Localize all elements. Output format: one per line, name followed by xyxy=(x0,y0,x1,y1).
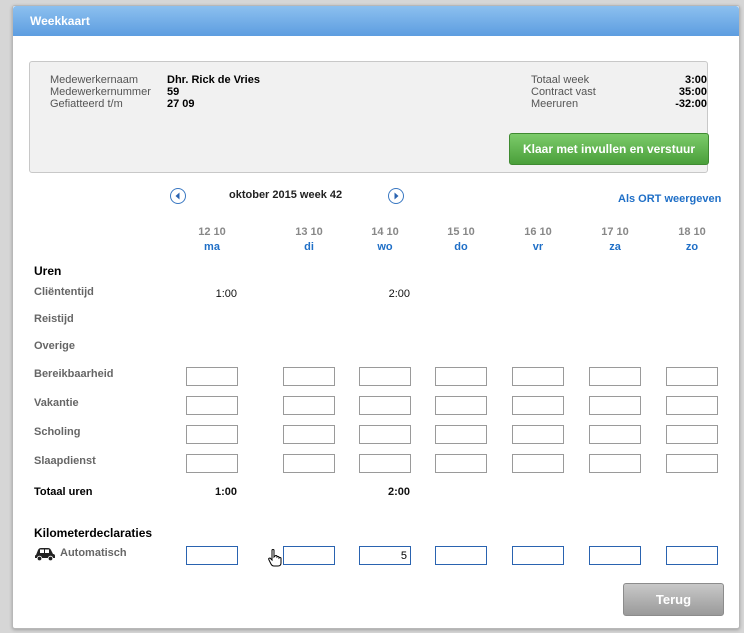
slaapdienst-input[interactable] xyxy=(283,454,335,473)
scholing-input[interactable] xyxy=(512,425,564,444)
km-input[interactable] xyxy=(359,546,411,565)
km-input[interactable] xyxy=(435,546,487,565)
vakantie-input[interactable] xyxy=(435,396,487,415)
day-date: 16 10 xyxy=(524,226,552,238)
employee-info-panel: Medewerkernaam Dhr. Rick de Vries Medewe… xyxy=(29,61,709,173)
employee-name: Dhr. Rick de Vries xyxy=(167,74,260,86)
titlebar: Weekkaart xyxy=(13,6,739,36)
scholing-input[interactable] xyxy=(666,425,718,444)
vakantie-input[interactable] xyxy=(512,396,564,415)
day-name[interactable]: vr xyxy=(511,241,565,253)
clienttijd-cell: 2:00 xyxy=(388,288,410,300)
day-name[interactable]: zo xyxy=(665,241,719,253)
total-hours-cell: 2:00 xyxy=(387,486,410,498)
day-name[interactable]: di xyxy=(282,241,336,253)
slaapdienst-input[interactable] xyxy=(435,454,487,473)
km-input[interactable] xyxy=(589,546,641,565)
show-ort-link[interactable]: Als ORT weergeven xyxy=(618,193,721,205)
day-name[interactable]: do xyxy=(434,241,488,253)
extra-hours: -32:00 xyxy=(675,98,707,110)
row-label-scholing: Scholing xyxy=(34,426,81,438)
km-input[interactable] xyxy=(283,546,335,565)
total-hours-label: Totaal uren xyxy=(34,486,93,498)
hours-section-title: Uren xyxy=(34,264,62,278)
row-label-vakantie: Vakantie xyxy=(34,397,79,409)
bereikbaarheid-input[interactable] xyxy=(435,367,487,386)
contract-label: Contract vast xyxy=(531,86,596,98)
bereikbaarheid-input[interactable] xyxy=(666,367,718,386)
day-date: 18 10 xyxy=(678,226,706,238)
hand-cursor-icon xyxy=(268,549,282,567)
day-name[interactable]: wo xyxy=(358,241,412,253)
slaapdienst-input[interactable] xyxy=(512,454,564,473)
scholing-input[interactable] xyxy=(435,425,487,444)
day-name[interactable]: ma xyxy=(185,241,239,253)
bereikbaarheid-input[interactable] xyxy=(359,367,411,386)
km-input[interactable] xyxy=(186,546,238,565)
bereikbaarheid-input[interactable] xyxy=(512,367,564,386)
extra-hours-label: Meeruren xyxy=(531,98,579,110)
scholing-input[interactable] xyxy=(283,425,335,444)
scholing-input[interactable] xyxy=(589,425,641,444)
vakantie-input[interactable] xyxy=(283,396,335,415)
km-input[interactable] xyxy=(666,546,718,565)
contract-value: 35:00 xyxy=(678,86,707,98)
scholing-input[interactable] xyxy=(359,425,411,444)
employee-name-label: Medewerkernaam xyxy=(50,74,139,86)
chevron-left-circle-icon xyxy=(175,192,180,200)
employee-number: 59 xyxy=(167,86,180,98)
car-icon xyxy=(35,548,55,561)
window-title: Weekkaart xyxy=(30,14,90,28)
km-input[interactable] xyxy=(512,546,564,565)
day-date: 14 10 xyxy=(371,226,399,238)
weekkaart-window: Weekkaart Medewerkernaam Dhr. Rick de Vr… xyxy=(12,5,740,629)
chevron-right-circle-icon xyxy=(394,192,399,200)
next-week-button[interactable] xyxy=(388,188,404,204)
vakantie-input[interactable] xyxy=(666,396,718,415)
prev-week-button[interactable] xyxy=(170,188,186,204)
signed-until-label: Gefiatteerd t/m xyxy=(50,98,123,110)
bereikbaarheid-input[interactable] xyxy=(589,367,641,386)
row-label-overige: Overige xyxy=(34,340,75,352)
bereikbaarheid-input[interactable] xyxy=(283,367,335,386)
send-button[interactable]: Klaar met invullen en verstuur xyxy=(509,133,709,165)
day-date: 12 10 xyxy=(198,226,226,238)
week-title: oktober 2015 week 42 xyxy=(229,189,343,201)
employee-number-label: Medewerkernummer xyxy=(50,86,151,98)
km-section-title: Kilometerdeclaraties xyxy=(34,526,153,540)
row-label-clienttijd: Cliëntentijd xyxy=(34,286,94,298)
slaapdienst-input[interactable] xyxy=(186,454,238,473)
day-date: 17 10 xyxy=(601,226,629,238)
scholing-input[interactable] xyxy=(186,425,238,444)
signed-until: 27 09 xyxy=(167,98,195,110)
total-hours-cell: 1:00 xyxy=(214,486,237,498)
clienttijd-cell: 1:00 xyxy=(215,288,237,300)
row-label-bereikbaarheid: Bereikbaarheid xyxy=(34,368,114,380)
slaapdienst-input[interactable] xyxy=(666,454,718,473)
vakantie-input[interactable] xyxy=(589,396,641,415)
vakantie-input[interactable] xyxy=(359,396,411,415)
km-auto-label: Automatisch xyxy=(60,547,127,559)
total-week-label: Totaal week xyxy=(531,74,590,86)
bereikbaarheid-input[interactable] xyxy=(186,367,238,386)
slaapdienst-input[interactable] xyxy=(589,454,641,473)
row-label-reistijd: Reistijd xyxy=(34,313,74,325)
day-date: 13 10 xyxy=(295,226,323,238)
day-name[interactable]: za xyxy=(588,241,642,253)
vakantie-input[interactable] xyxy=(186,396,238,415)
day-date: 15 10 xyxy=(447,226,475,238)
slaapdienst-input[interactable] xyxy=(359,454,411,473)
row-label-slaapdienst: Slaapdienst xyxy=(34,455,96,467)
total-week: 3:00 xyxy=(684,74,707,86)
back-button[interactable]: Terug xyxy=(623,583,724,616)
